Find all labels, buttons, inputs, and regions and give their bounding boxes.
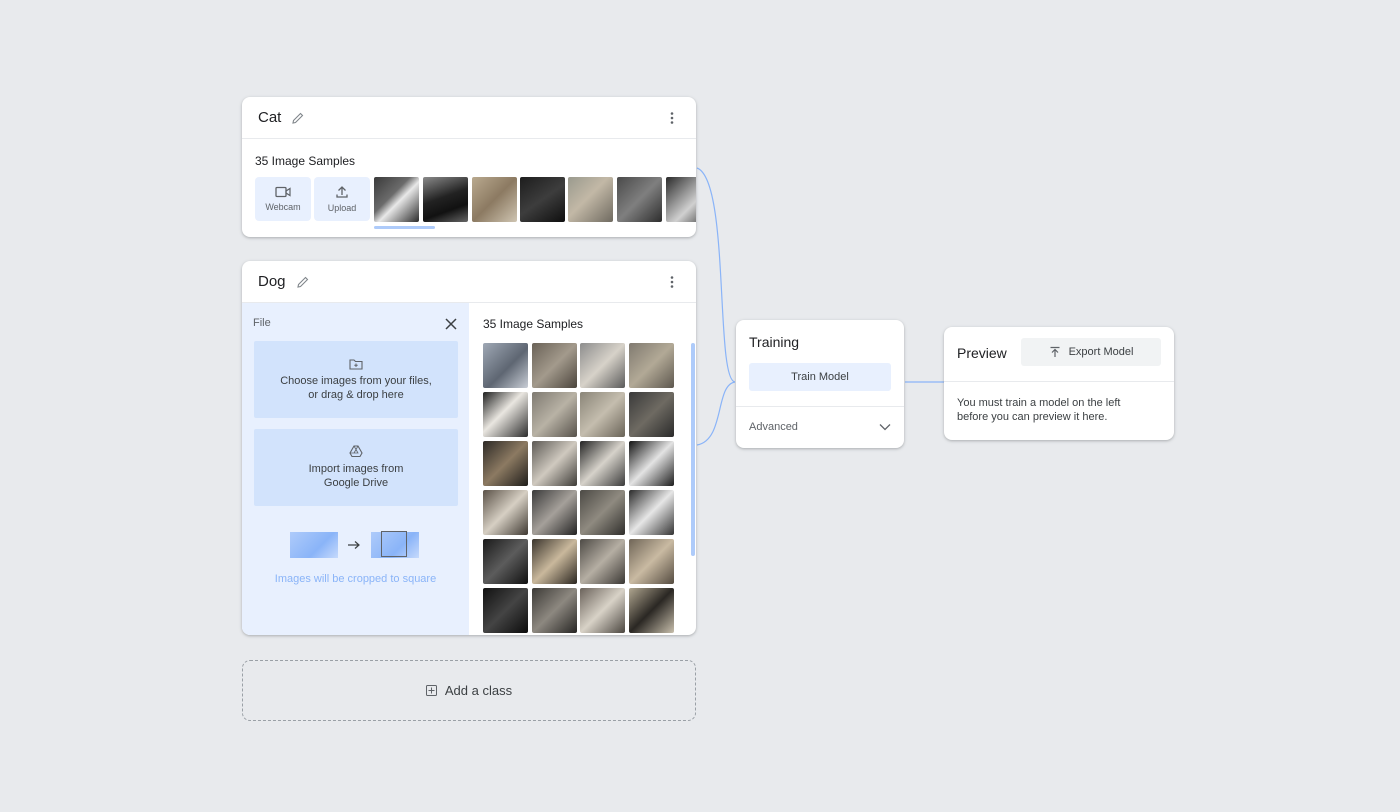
export-model-button[interactable]: Export Model: [1021, 338, 1161, 366]
file-upload-panel: File Choose images from your files, or d…: [242, 303, 469, 635]
image-sample[interactable]: [568, 177, 613, 222]
image-sample[interactable]: [629, 588, 674, 633]
train-model-button[interactable]: Train Model: [749, 363, 891, 391]
close-icon[interactable]: [444, 317, 458, 336]
export-icon: [1050, 346, 1060, 357]
preview-divider: [944, 381, 1174, 382]
upload-icon: [336, 186, 348, 198]
choose-text-line2: or drag & drop here: [308, 388, 404, 401]
sample-thumbnails: [374, 177, 696, 222]
pencil-icon[interactable]: [291, 111, 305, 125]
samples-count: 35 Image Samples: [483, 317, 584, 331]
preview-message-line1: You must train a model on the left: [957, 397, 1121, 409]
drive-icon: [349, 445, 363, 458]
crop-after-image: [371, 531, 419, 558]
image-sample[interactable]: [580, 441, 625, 486]
training-title: Training: [749, 334, 800, 350]
image-sample[interactable]: [483, 588, 528, 633]
preview-message: You must train a model on the left befor…: [957, 396, 1120, 424]
vertical-scrollbar[interactable]: [691, 343, 695, 556]
upload-label: Upload: [327, 203, 357, 213]
image-sample[interactable]: [374, 177, 419, 222]
add-class-button[interactable]: Add a class: [242, 660, 696, 721]
choose-text-line1: Choose images from your files,: [280, 374, 432, 387]
horizontal-scrollbar[interactable]: [374, 226, 435, 229]
image-sample[interactable]: [580, 588, 625, 633]
image-sample[interactable]: [532, 588, 577, 633]
image-sample[interactable]: [629, 490, 674, 535]
crop-illustration: [290, 530, 420, 560]
preview-title: Preview: [957, 345, 1007, 361]
image-sample[interactable]: [532, 441, 577, 486]
class-name[interactable]: Dog: [258, 273, 286, 290]
pencil-icon[interactable]: [296, 275, 310, 289]
export-model-label: Export Model: [1068, 346, 1134, 358]
class-name[interactable]: Cat: [258, 109, 281, 126]
image-sample[interactable]: [629, 343, 674, 388]
webcam-icon: [275, 186, 291, 198]
webcam-button[interactable]: Webcam: [255, 177, 311, 221]
more-vert-icon[interactable]: [664, 110, 680, 126]
image-sample[interactable]: [532, 539, 577, 584]
image-sample[interactable]: [532, 343, 577, 388]
image-sample[interactable]: [483, 539, 528, 584]
training-card: Training Train Model Advanced: [736, 320, 904, 448]
image-sample[interactable]: [483, 343, 528, 388]
image-sample[interactable]: [520, 177, 565, 222]
image-sample[interactable]: [580, 490, 625, 535]
preview-message-line2: before you can preview it here.: [957, 411, 1108, 423]
webcam-label: Webcam: [265, 202, 301, 212]
crop-note: Images will be cropped to square: [274, 573, 437, 585]
connector-lines: [696, 167, 944, 446]
image-sample[interactable]: [580, 343, 625, 388]
advanced-divider: [736, 406, 904, 407]
image-sample[interactable]: [472, 177, 517, 222]
train-model-label: Train Model: [791, 371, 849, 383]
image-sample[interactable]: [629, 441, 674, 486]
image-sample[interactable]: [666, 177, 696, 222]
upload-button[interactable]: Upload: [314, 177, 370, 221]
drive-text-line2: Google Drive: [323, 477, 389, 489]
folder-icon: [349, 358, 363, 370]
image-sample[interactable]: [629, 392, 674, 437]
samples-count: 35 Image Samples: [255, 154, 356, 168]
image-sample[interactable]: [532, 490, 577, 535]
chevron-down-icon: [879, 424, 891, 431]
choose-files-dropzone[interactable]: Choose images from your files, or drag &…: [254, 341, 458, 418]
class-header: Cat: [242, 97, 696, 139]
image-sample[interactable]: [629, 539, 674, 584]
image-sample[interactable]: [580, 539, 625, 584]
dog-sample-grid: [483, 343, 678, 633]
image-sample[interactable]: [483, 441, 528, 486]
image-sample[interactable]: [423, 177, 468, 222]
crop-before-image: [290, 532, 338, 558]
google-drive-import[interactable]: Import images from Google Drive: [254, 429, 458, 506]
image-sample[interactable]: [580, 392, 625, 437]
drive-text-line1: Import images from: [308, 463, 404, 475]
image-sample[interactable]: [617, 177, 662, 222]
class-card-cat: Cat 35 Image Samples Webcam Upload: [242, 97, 696, 237]
class-header: Dog: [242, 261, 696, 303]
add-box-icon: [425, 685, 437, 696]
class-card-dog: Dog File Choose images from your files, …: [242, 261, 696, 635]
image-sample[interactable]: [483, 490, 528, 535]
advanced-toggle[interactable]: Advanced: [749, 418, 891, 436]
file-label: File: [253, 317, 271, 329]
more-vert-icon[interactable]: [664, 274, 680, 290]
advanced-label: Advanced: [749, 421, 798, 433]
image-sample[interactable]: [532, 392, 577, 437]
preview-card: Preview Export Model You must train a mo…: [944, 327, 1174, 440]
arrow-right-icon: [348, 541, 360, 549]
add-class-label: Add a class: [444, 683, 513, 698]
image-sample[interactable]: [483, 392, 528, 437]
